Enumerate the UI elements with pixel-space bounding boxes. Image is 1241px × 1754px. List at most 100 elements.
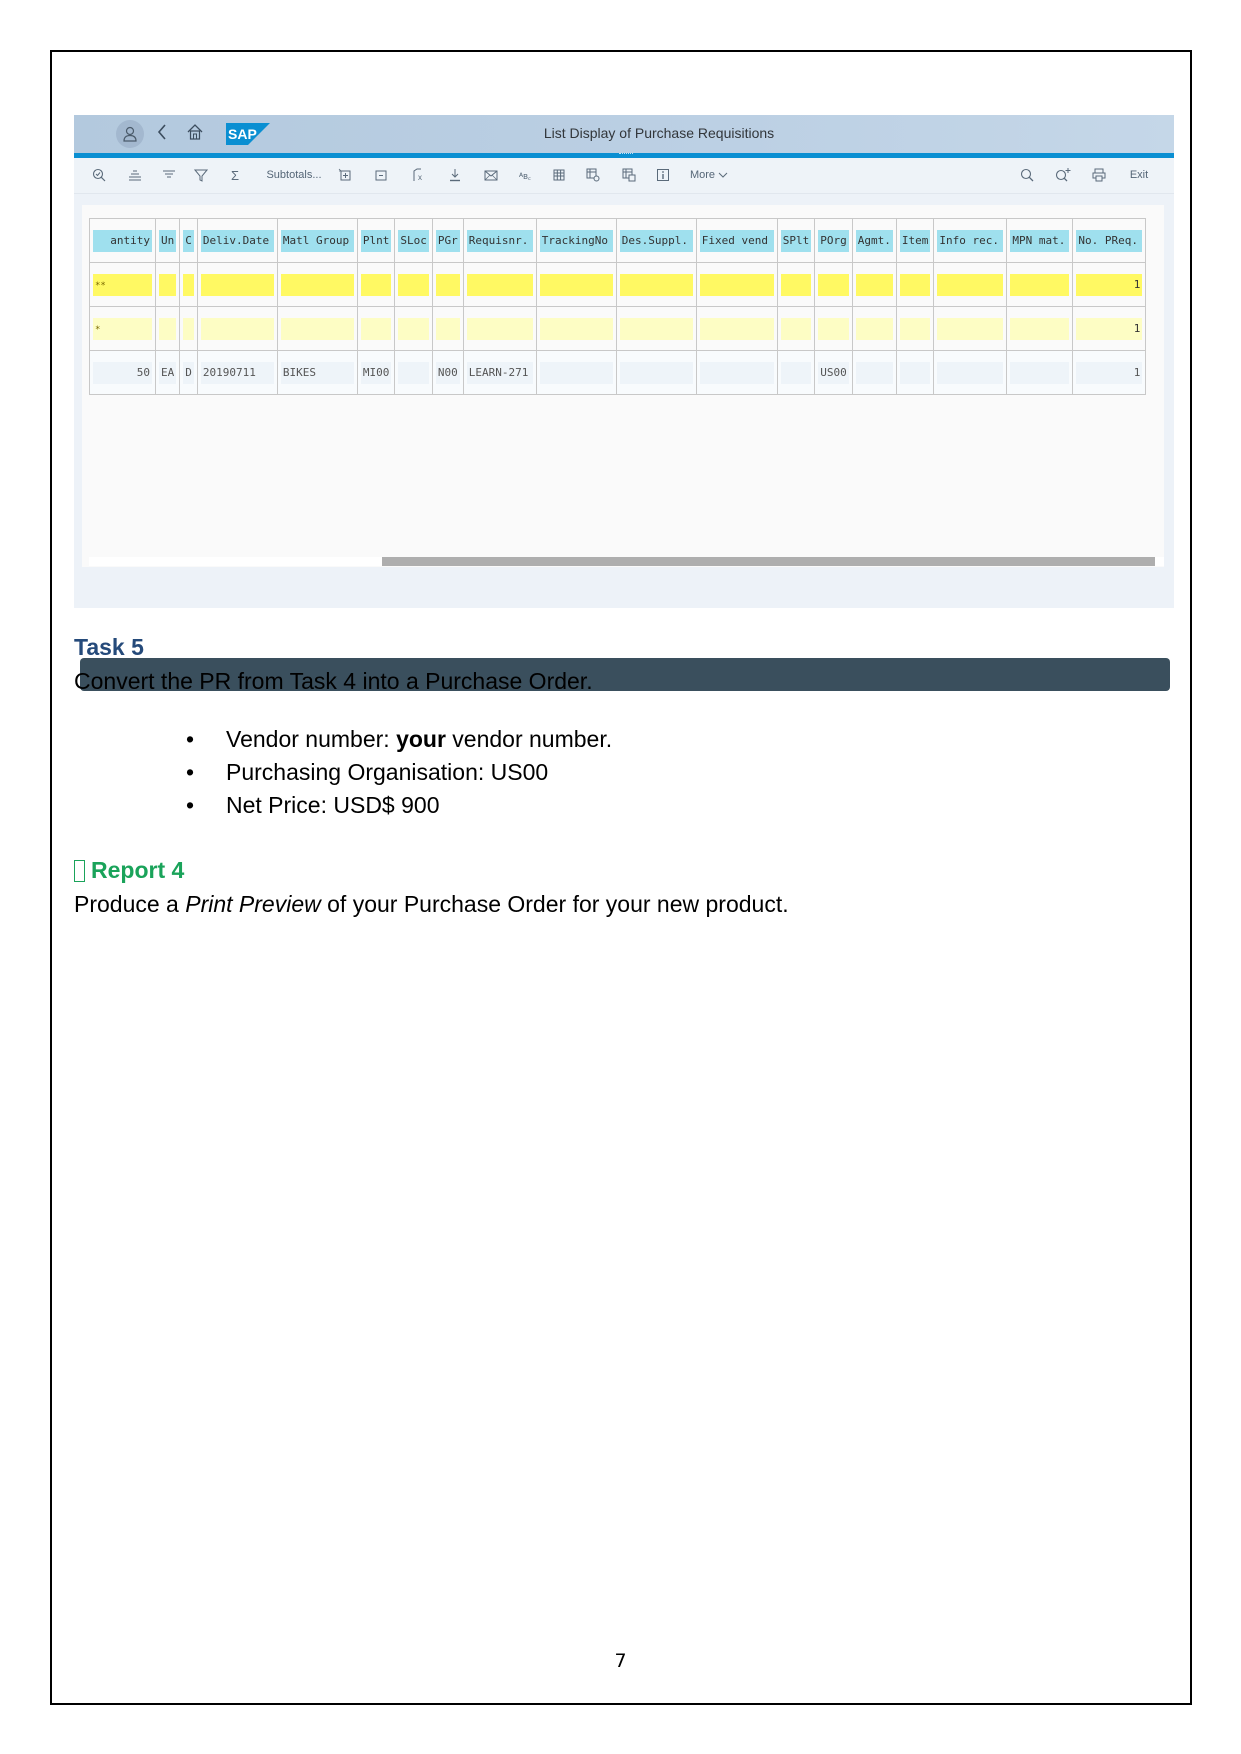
table-cell[interactable] bbox=[394, 350, 433, 395]
table-cell[interactable] bbox=[895, 350, 935, 395]
table-cell[interactable] bbox=[776, 350, 816, 395]
table-cell[interactable] bbox=[462, 306, 537, 351]
more-menu-button[interactable]: More bbox=[684, 166, 734, 184]
table-cell[interactable] bbox=[431, 262, 464, 307]
table-cell[interactable]: 1 bbox=[1072, 262, 1147, 307]
column-header[interactable]: Agmt. bbox=[851, 218, 897, 263]
table-cell[interactable]: 50 bbox=[89, 350, 156, 395]
table-cell[interactable] bbox=[154, 306, 181, 351]
column-header[interactable]: Deliv.Date bbox=[196, 218, 278, 263]
find-button[interactable] bbox=[1016, 166, 1038, 184]
table-cell[interactable] bbox=[776, 306, 816, 351]
column-header[interactable]: No. PReq. bbox=[1072, 218, 1147, 263]
column-header[interactable]: POrg bbox=[814, 218, 853, 263]
print-button[interactable] bbox=[1088, 166, 1110, 184]
table-cell[interactable] bbox=[695, 350, 778, 395]
column-header[interactable]: Un bbox=[154, 218, 181, 263]
save-layout-button[interactable] bbox=[618, 166, 640, 184]
table-cell[interactable] bbox=[933, 306, 1008, 351]
layout-button[interactable] bbox=[548, 166, 570, 184]
table-cell[interactable] bbox=[1006, 306, 1074, 351]
sort-descending-button[interactable] bbox=[158, 166, 180, 184]
send-mail-button[interactable] bbox=[480, 166, 502, 184]
column-header[interactable]: antity bbox=[89, 218, 156, 263]
table-cell[interactable] bbox=[394, 306, 433, 351]
table-cell[interactable] bbox=[851, 262, 897, 307]
column-header[interactable]: TrackingNo bbox=[535, 218, 617, 263]
table-cell[interactable] bbox=[276, 262, 358, 307]
column-header[interactable]: C bbox=[179, 218, 198, 263]
info-button[interactable] bbox=[652, 166, 674, 184]
horizontal-scrollbar-thumb[interactable] bbox=[382, 557, 1155, 566]
table-cell[interactable] bbox=[615, 306, 697, 351]
table-cell[interactable] bbox=[431, 306, 464, 351]
total-row[interactable]: ** 1 bbox=[89, 262, 1147, 307]
table-cell[interactable] bbox=[895, 306, 935, 351]
exit-button[interactable]: Exit bbox=[1124, 166, 1154, 184]
table-cell[interactable] bbox=[895, 262, 935, 307]
find-next-button[interactable] bbox=[1052, 166, 1074, 184]
table-cell[interactable] bbox=[462, 262, 537, 307]
change-layout-button[interactable] bbox=[582, 166, 604, 184]
column-header[interactable]: Plnt bbox=[356, 218, 396, 263]
sort-ascending-button[interactable] bbox=[124, 166, 146, 184]
column-header[interactable]: MPN mat. bbox=[1006, 218, 1074, 263]
collapse-button[interactable] bbox=[370, 166, 392, 184]
column-header[interactable]: Item bbox=[895, 218, 935, 263]
table-cell[interactable] bbox=[695, 262, 778, 307]
table-cell[interactable] bbox=[695, 306, 778, 351]
table-cell[interactable] bbox=[535, 306, 617, 351]
table-cell[interactable]: US00 bbox=[814, 350, 853, 395]
table-cell[interactable] bbox=[196, 306, 278, 351]
table-cell[interactable]: * bbox=[89, 306, 156, 351]
table-cell[interactable] bbox=[615, 262, 697, 307]
table-cell[interactable] bbox=[933, 350, 1008, 395]
table-cell[interactable] bbox=[356, 306, 396, 351]
table-cell[interactable]: N00 bbox=[431, 350, 464, 395]
table-cell[interactable] bbox=[535, 350, 617, 395]
table-cell[interactable]: LEARN-271 bbox=[462, 350, 537, 395]
table-cell[interactable] bbox=[179, 306, 198, 351]
table-cell[interactable] bbox=[276, 306, 358, 351]
table-cell[interactable]: BIKES bbox=[276, 350, 358, 395]
table-cell[interactable] bbox=[179, 262, 198, 307]
table-cell[interactable] bbox=[814, 306, 853, 351]
table-cell[interactable] bbox=[851, 306, 897, 351]
download-button[interactable] bbox=[444, 166, 466, 184]
table-cell[interactable]: EA bbox=[154, 350, 181, 395]
subtotal-row[interactable]: * 1 bbox=[89, 306, 1147, 351]
column-header[interactable]: SLoc bbox=[394, 218, 433, 263]
table-cell[interactable] bbox=[933, 262, 1008, 307]
table-cell[interactable] bbox=[154, 262, 181, 307]
table-cell[interactable]: 20190711 bbox=[196, 350, 278, 395]
table-cell[interactable] bbox=[1006, 350, 1074, 395]
total-button[interactable]: Σ bbox=[224, 166, 246, 184]
table-cell[interactable]: ** bbox=[89, 262, 156, 307]
table-cell[interactable] bbox=[615, 350, 697, 395]
column-header[interactable]: Matl Group bbox=[276, 218, 358, 263]
table-cell[interactable]: 1 bbox=[1072, 350, 1147, 395]
column-header[interactable]: SPlt bbox=[776, 218, 816, 263]
column-header[interactable]: Des.Suppl. bbox=[615, 218, 697, 263]
column-header[interactable]: Fixed vend bbox=[695, 218, 778, 263]
resize-grip[interactable] bbox=[619, 153, 633, 156]
table-cell[interactable] bbox=[356, 262, 396, 307]
column-header[interactable]: PGr bbox=[431, 218, 464, 263]
expand-button[interactable] bbox=[334, 166, 356, 184]
subtotals-button[interactable]: Subtotals... bbox=[262, 166, 326, 184]
table-cell[interactable]: D bbox=[179, 350, 198, 395]
table-row[interactable]: 50 EA D 20190711 BIKES MI00 N00 LEARN-271 US00 1 bbox=[89, 350, 1147, 395]
table-cell[interactable] bbox=[196, 262, 278, 307]
table-cell[interactable] bbox=[851, 350, 897, 395]
table-cell[interactable]: MI00 bbox=[356, 350, 396, 395]
table-cell[interactable]: 1 bbox=[1072, 306, 1147, 351]
details-button[interactable] bbox=[88, 166, 110, 184]
column-header[interactable]: Requisnr. bbox=[462, 218, 537, 263]
column-header[interactable]: Info rec. bbox=[933, 218, 1008, 263]
abc-analysis-button[interactable]: ᴬʙ꜀ bbox=[514, 166, 536, 184]
table-cell[interactable] bbox=[535, 262, 617, 307]
table-cell[interactable] bbox=[1006, 262, 1074, 307]
table-cell[interactable] bbox=[394, 262, 433, 307]
filter-button[interactable] bbox=[190, 166, 212, 184]
table-cell[interactable] bbox=[814, 262, 853, 307]
